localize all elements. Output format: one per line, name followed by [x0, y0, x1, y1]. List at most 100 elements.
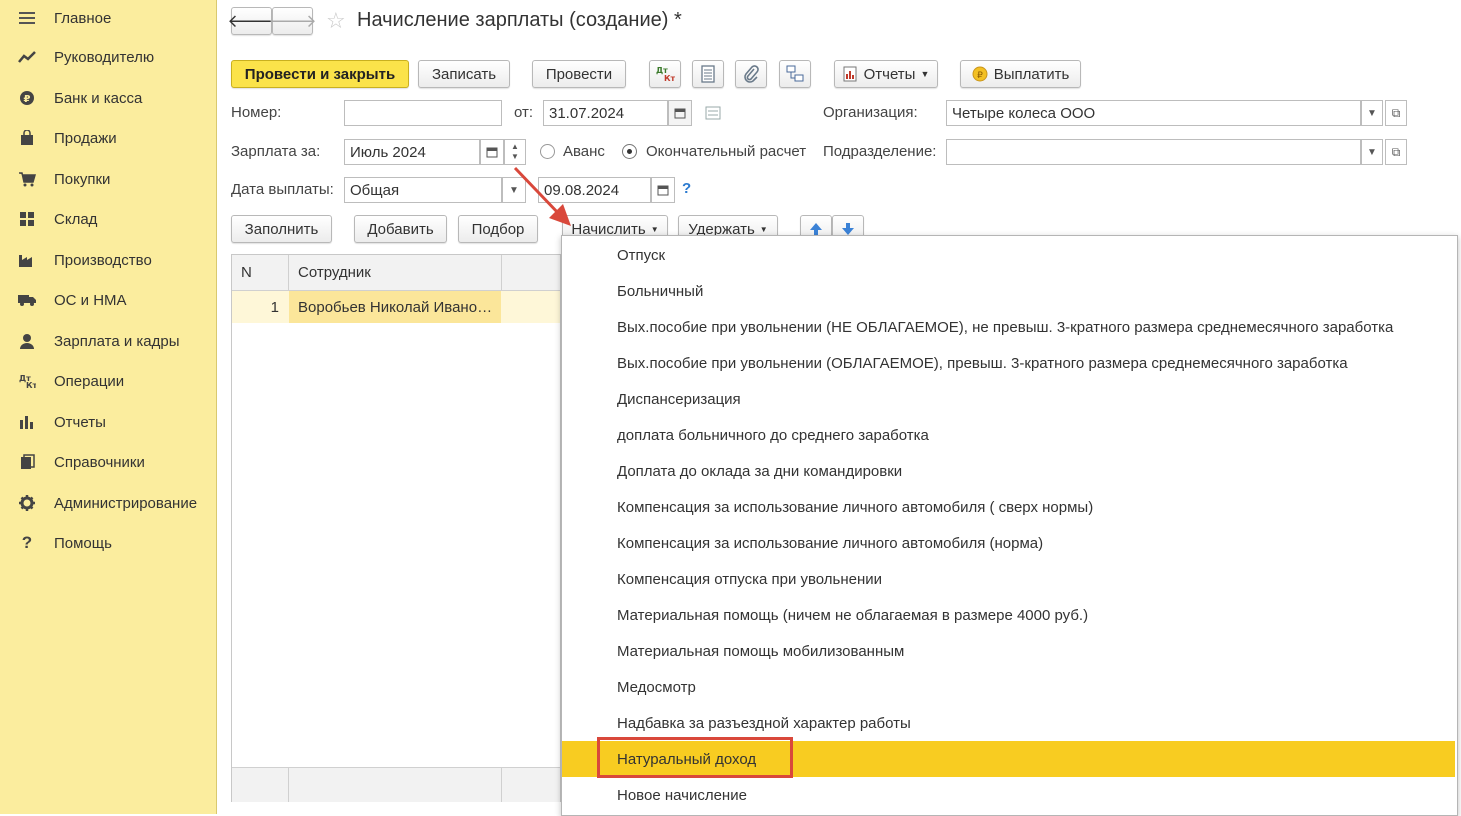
sidebar-item-assets[interactable]: ОС и НМА [0, 280, 216, 320]
subdivision-field[interactable] [946, 139, 1361, 165]
subdivision-dropdown-button[interactable]: ▼ [1361, 139, 1383, 165]
table-footer [232, 767, 560, 802]
reports-button[interactable]: Отчеты ▼ [834, 60, 938, 88]
reports-label: Отчеты [863, 65, 916, 83]
sidebar-item-help[interactable]: ? Помощь [0, 523, 216, 563]
post-and-close-button[interactable]: Провести и закрыть [231, 60, 409, 88]
menu-item[interactable]: Надбавка за разъездной характер работы [562, 705, 1455, 741]
table-header: N Сотрудник [232, 255, 560, 291]
sidebar-item-salary[interactable]: Зарплата и кадры [0, 321, 216, 361]
sidebar-item-reports[interactable]: Отчеты [0, 402, 216, 442]
menu-item[interactable]: Материальная помощь (ничем не облагаемая… [562, 597, 1455, 633]
column-divider [288, 255, 289, 290]
column-header-n[interactable]: N [241, 264, 252, 281]
sidebar-item-purchases[interactable]: Покупки [0, 159, 216, 199]
menu-item[interactable]: Вых.пособие при увольнении (ОБЛАГАЕМОЕ),… [562, 345, 1455, 381]
sidebar-item-production[interactable]: Производство [0, 240, 216, 280]
page-title: Начисление зарплаты (создание) * [357, 9, 682, 31]
document-button[interactable] [692, 60, 724, 88]
add-button[interactable]: Добавить [354, 215, 447, 243]
save-button[interactable]: Записать [418, 60, 510, 88]
sidebar-item-warehouse[interactable]: Склад [0, 199, 216, 239]
svg-text:₽: ₽ [24, 94, 31, 105]
paperclip-icon [744, 65, 759, 83]
chevron-down-icon: ▼ [759, 224, 768, 234]
star-icon[interactable]: ☆ [326, 8, 346, 34]
month-calendar-button[interactable] [480, 139, 504, 165]
menu-item-label: Надбавка за разъездной характер работы [617, 714, 911, 732]
date-input[interactable]: 31.07.2024 [543, 100, 668, 126]
post-button[interactable]: Провести [532, 60, 626, 88]
column-divider [288, 768, 289, 802]
pay-date-calendar-button[interactable] [651, 177, 675, 203]
sidebar-item-label: Продажи [54, 129, 117, 147]
menu-item-label: Вых.пособие при увольнении (НЕ ОБЛАГАЕМО… [617, 318, 1394, 336]
menu-item[interactable]: Новое начисление [562, 777, 1455, 813]
help-question-icon[interactable]: ? [682, 180, 691, 197]
dt-kt-button[interactable]: Дт Кт [649, 60, 681, 88]
sidebar-item-admin[interactable]: Администрирование [0, 483, 216, 523]
bar-chart-icon [16, 411, 38, 433]
trend-icon [16, 46, 38, 68]
menu-item[interactable]: Доплата до оклада за дни командировки [562, 453, 1455, 489]
employee-cell[interactable]: Воробьев Николай Ивано… [289, 291, 501, 323]
menu-item[interactable]: Компенсация за использование личного авт… [562, 525, 1455, 561]
pay-button[interactable]: ₽ Выплатить [960, 60, 1081, 88]
menu-item[interactable]: Больничный [562, 273, 1455, 309]
menu-item-label: Диспансеризация [617, 390, 741, 408]
calendar-button[interactable] [668, 100, 692, 126]
advance-radio[interactable] [540, 144, 555, 159]
truck-icon [16, 289, 38, 311]
organization-dropdown-button[interactable]: ▼ [1361, 100, 1383, 126]
menu-item[interactable]: Компенсация отпуска при увольнении [562, 561, 1455, 597]
warehouse-icon [16, 208, 38, 230]
menu-item[interactable]: Медосмотр [562, 669, 1455, 705]
question-icon: ? [21, 533, 33, 552]
organization-field[interactable]: Четыре колеса ООО [946, 100, 1361, 126]
menu-item[interactable]: доплата больничного до среднего заработк… [562, 417, 1455, 453]
employees-table: N Сотрудник 1 Воробьев Николай Ивано… [231, 254, 561, 802]
menu-item[interactable]: Материальная помощь мобилизованным [562, 633, 1455, 669]
document-icon [701, 65, 715, 83]
sidebar-item-operations[interactable]: Дт Кт Операции [0, 361, 216, 401]
number-label: Номер: [231, 104, 282, 121]
sidebar-item-directories[interactable]: Справочники [0, 442, 216, 482]
column-header-employee[interactable]: Сотрудник [298, 264, 371, 281]
structure-button[interactable] [779, 60, 811, 88]
salary-month-input[interactable]: Июль 2024 [344, 139, 480, 165]
sidebar-item-bank[interactable]: ₽ Банк и касса [0, 78, 216, 118]
accrue-dropdown-menu: Отпуск Больничный Вых.пособие при увольн… [561, 235, 1458, 816]
number-input[interactable] [344, 100, 502, 126]
final-calculation-radio[interactable] [622, 144, 637, 159]
forward-button[interactable]: 🡒 [268, 7, 317, 35]
from-label: от: [514, 104, 534, 121]
sidebar-item-label: Банк и касса [54, 89, 143, 107]
sidebar-item-label: Зарплата и кадры [54, 332, 180, 350]
cart-icon [16, 168, 38, 190]
organization-open-button[interactable]: ⧉ [1385, 100, 1407, 126]
sidebar-item-main[interactable]: Главное [0, 0, 216, 38]
sidebar-item-manager[interactable]: Руководителю [0, 37, 216, 77]
subdivision-open-button[interactable]: ⧉ [1385, 139, 1407, 165]
sidebar-item-label: Помощь [54, 534, 112, 552]
arrow-down-icon [842, 223, 854, 235]
menu-item[interactable]: Компенсация за использование личного авт… [562, 489, 1455, 525]
calendar-icon [674, 108, 686, 119]
menu-item-label: Материальная помощь (ничем не облагаемая… [617, 606, 1089, 624]
chevron-down-icon: ▼ [1367, 146, 1377, 158]
menu-item[interactable]: Отпуск [562, 237, 1455, 273]
books-icon [16, 451, 38, 473]
fill-button[interactable]: Заполнить [231, 215, 332, 243]
coin-icon: ₽ [972, 66, 988, 82]
back-button[interactable]: 🡐 [227, 7, 276, 35]
document-list-icon[interactable] [705, 106, 721, 124]
column-divider [501, 768, 502, 802]
sidebar-item-sales[interactable]: Продажи [0, 118, 216, 158]
menu-item[interactable]: Диспансеризация [562, 381, 1455, 417]
menu-item[interactable]: Вых.пособие при увольнении (НЕ ОБЛАГАЕМО… [562, 309, 1455, 345]
menu-icon [16, 7, 38, 29]
table-row[interactable]: 1 Воробьев Николай Ивано… [232, 291, 560, 323]
pay-type-select[interactable]: Общая [344, 177, 502, 203]
sidebar: Главное Руководителю ₽ Банк и касса Прод… [0, 0, 217, 814]
attach-button[interactable] [735, 60, 767, 88]
